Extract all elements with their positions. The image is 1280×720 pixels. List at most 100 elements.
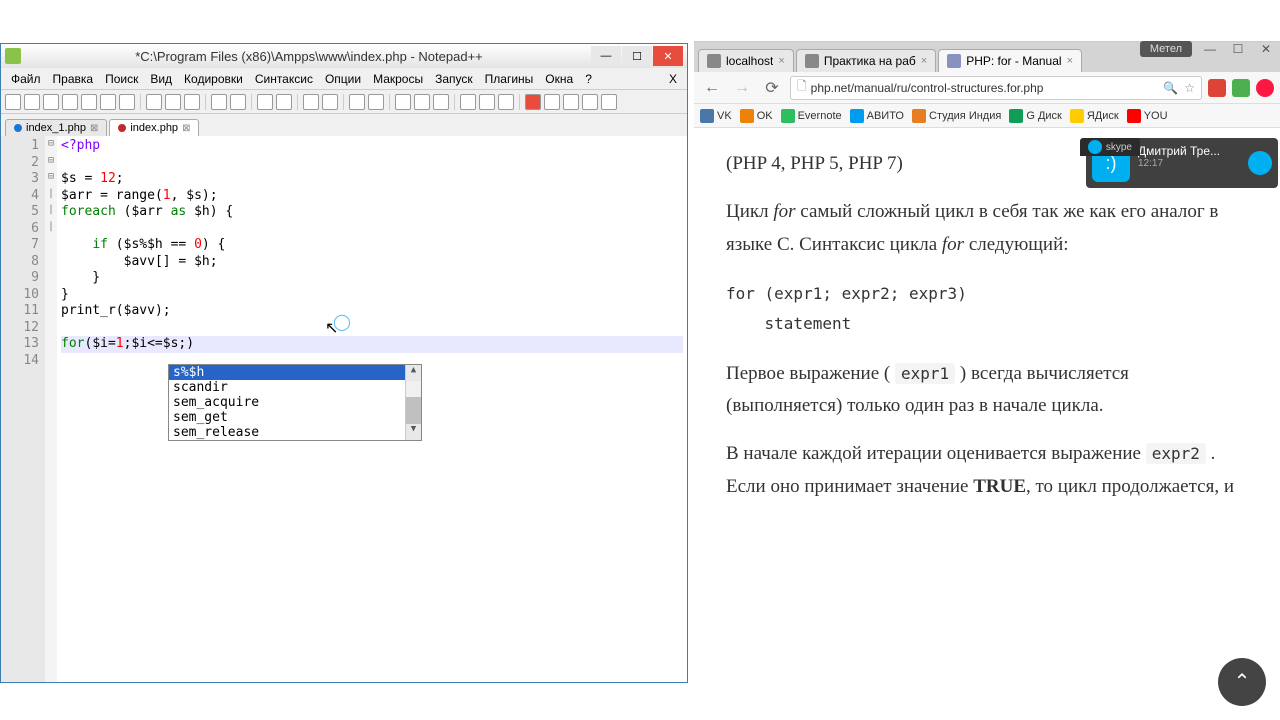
bookmark-star-icon[interactable]: ☆ [1184,81,1195,95]
copy-icon[interactable] [165,94,181,110]
menu-run[interactable]: Запуск [429,70,479,88]
close-file-icon[interactable] [81,94,97,110]
zoom-out-icon[interactable] [322,94,338,110]
menu-view[interactable]: Вид [144,70,178,88]
paragraph: Первое выражение ( expr1 ) всегда вычисл… [726,358,1248,423]
autocomplete-item[interactable]: sem_get [169,410,421,425]
bookmark-yadisk[interactable]: ЯДиск [1070,109,1119,123]
wrap-icon[interactable] [395,94,411,110]
skype-call-button[interactable] [1248,151,1272,175]
menu-plugins[interactable]: Плагины [479,70,540,88]
fold-column[interactable]: ⊟⊟⊟||| [45,136,57,682]
unfold-icon[interactable] [498,94,514,110]
browser-minimize-button[interactable]: — [1196,42,1224,62]
scroll-thumb[interactable] [406,397,421,427]
bookmark-studio[interactable]: Студия Индия [912,109,1001,123]
reload-button[interactable]: ⟳ [760,76,784,100]
close-all-icon[interactable] [100,94,116,110]
fold-icon[interactable] [479,94,495,110]
npp-app-icon [5,48,21,64]
file-tab-index1[interactable]: index_1.php ⊠ [5,119,107,136]
ext-icon[interactable] [1232,79,1250,97]
browser-maximize-button[interactable]: ☐ [1224,42,1252,62]
menu-macros[interactable]: Макросы [367,70,429,88]
studio-icon [912,109,926,123]
autocomplete-popup[interactable]: s%$h scandir sem_acquire sem_get sem_rel… [168,364,422,441]
new-file-icon[interactable] [5,94,21,110]
save-macro-icon[interactable] [601,94,617,110]
menu-search[interactable]: Поиск [99,70,144,88]
bookmark-vk[interactable]: VK [700,109,732,123]
play-icon[interactable] [563,94,579,110]
bookmark-avito[interactable]: АВИТО [850,109,904,123]
open-file-icon[interactable] [24,94,40,110]
tab-label: Практика на раб [824,54,916,68]
autocomplete-item[interactable]: s%$h [169,365,421,380]
indent-guide-icon[interactable] [433,94,449,110]
browser-tab-php-manual[interactable]: PHP: for - Manual × [938,49,1082,72]
favicon-icon [707,54,721,68]
opera-ext-icon[interactable] [1256,79,1274,97]
tab-close-icon[interactable]: × [921,55,927,67]
browser-close-button[interactable]: ✕ [1252,42,1280,62]
show-all-icon[interactable] [414,94,430,110]
tab-close-icon[interactable]: × [778,55,784,67]
minimize-button[interactable]: — [591,46,621,66]
maximize-button[interactable]: ☐ [622,46,652,66]
page-content[interactable]: (PHP 4, PHP 5, PHP 7) Цикл for самый сло… [694,128,1280,720]
menu-close-x[interactable]: X [663,72,683,86]
browser-tab-localhost[interactable]: localhost × [698,49,794,72]
cut-icon[interactable] [146,94,162,110]
scroll-down-icon[interactable]: ▼ [406,424,421,440]
menu-file[interactable]: Файл [5,70,47,88]
undo-icon[interactable] [211,94,227,110]
scroll-up-icon[interactable]: ▲ [406,365,421,381]
bookmark-evernote[interactable]: Evernote [781,109,842,123]
tab-close-icon[interactable]: ⊠ [90,123,98,134]
save-all-icon[interactable] [62,94,78,110]
autocomplete-item[interactable]: scandir [169,380,421,395]
bookmark-ok[interactable]: OK [740,109,773,123]
zoom-in-icon[interactable] [303,94,319,110]
menu-syntax[interactable]: Синтаксис [249,70,319,88]
file-tab-index[interactable]: index.php ⊠ [109,119,199,136]
stop-icon[interactable] [544,94,560,110]
back-button[interactable]: ← [700,76,724,100]
tab-close-icon[interactable]: × [1067,55,1073,67]
youtube-icon [1127,109,1141,123]
gmail-ext-icon[interactable] [1208,79,1226,97]
close-button[interactable]: ✕ [653,46,683,66]
menu-encoding[interactable]: Кодировки [178,70,249,88]
bookmark-youtube[interactable]: YOU [1127,109,1168,123]
npp-menubar: Файл Правка Поиск Вид Кодировки Синтакси… [1,68,687,90]
sync-v-icon[interactable] [349,94,365,110]
autocomplete-item[interactable]: sem_acquire [169,395,421,410]
forward-button[interactable]: → [730,76,754,100]
print-icon[interactable] [119,94,135,110]
weather-widget[interactable]: Метел [1140,41,1192,57]
play-multi-icon[interactable] [582,94,598,110]
lang-icon[interactable] [460,94,476,110]
autocomplete-scrollbar[interactable]: ▲ ▼ [405,365,421,440]
browser-tab-practice[interactable]: Практика на раб × [796,49,936,72]
replace-icon[interactable] [276,94,292,110]
find-icon[interactable] [257,94,273,110]
menu-edit[interactable]: Правка [47,70,100,88]
zoom-icon[interactable]: 🔍 [1163,81,1178,95]
autocomplete-item[interactable]: sem_release [169,425,421,440]
bookmarks-bar: VK OK Evernote АВИТО Студия Индия G Диск… [694,104,1280,128]
redo-icon[interactable] [230,94,246,110]
address-bar[interactable]: 🗋 php.net/manual/ru/control-structures.f… [790,76,1202,100]
sync-h-icon[interactable] [368,94,384,110]
npp-titlebar[interactable]: *C:\Program Files (x86)\Ampps\www\index.… [1,44,687,68]
menu-options[interactable]: Опции [319,70,367,88]
scroll-to-top-button[interactable]: ⌃ [1218,658,1266,706]
record-icon[interactable] [525,94,541,110]
menu-windows[interactable]: Окна [539,70,579,88]
tab-close-icon[interactable]: ⊠ [182,123,190,134]
paste-icon[interactable] [184,94,200,110]
page-info-icon[interactable]: 🗋 [797,77,807,98]
menu-help[interactable]: ? [579,70,598,88]
bookmark-gdisk[interactable]: G Диск [1009,109,1062,123]
save-icon[interactable] [43,94,59,110]
